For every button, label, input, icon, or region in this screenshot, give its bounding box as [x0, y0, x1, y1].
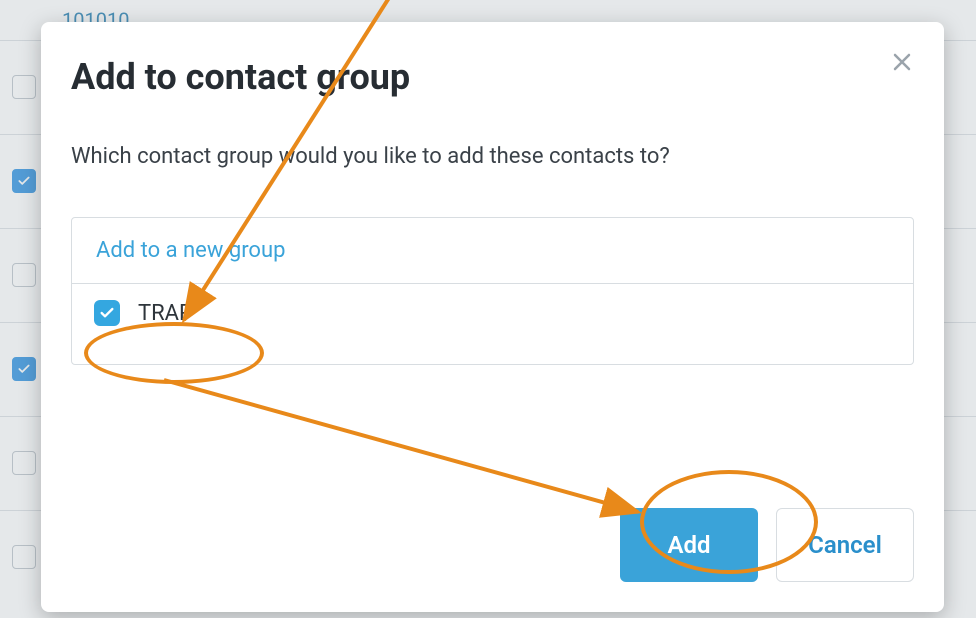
modal-footer-buttons: Add Cancel [620, 508, 914, 582]
group-checkbox-checked[interactable] [94, 300, 120, 326]
cancel-button[interactable]: Cancel [776, 508, 914, 582]
add-to-group-modal: Add to contact group Which contact group… [41, 22, 944, 612]
group-selection-box: Add to a new group TRAP [71, 217, 914, 365]
add-button[interactable]: Add [620, 508, 758, 582]
modal-title: Add to contact group [71, 56, 914, 98]
existing-groups-list: TRAP [72, 284, 913, 364]
check-icon [99, 305, 115, 321]
group-item-trap[interactable]: TRAP [72, 284, 913, 342]
page-background: 101010 Add to conta [0, 0, 976, 618]
close-button[interactable] [890, 50, 914, 78]
modal-subtitle: Which contact group would you like to ad… [71, 144, 914, 169]
add-new-group-link[interactable]: Add to a new group [72, 218, 913, 284]
group-item-label: TRAP [138, 301, 193, 326]
